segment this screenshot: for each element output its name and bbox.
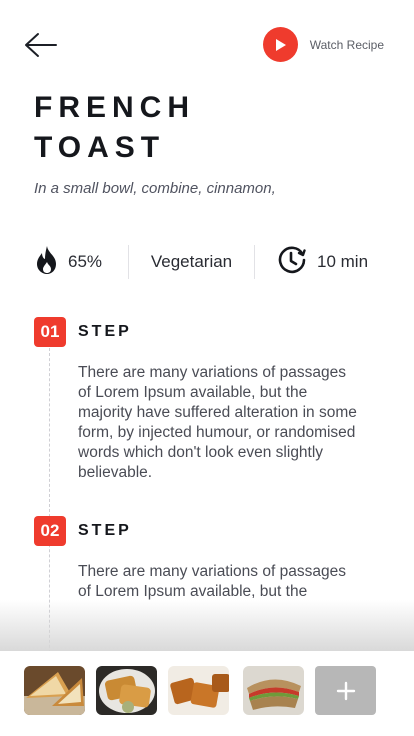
toast-plate-photo: [96, 666, 157, 715]
diet-value: Vegetarian: [150, 252, 233, 271]
add-photo-button[interactable]: [315, 666, 376, 715]
recipe-title-line-2: TOAST: [34, 131, 166, 164]
step-description: There are many variations of passages of…: [78, 364, 357, 481]
sandwich-photo: [24, 666, 85, 715]
arrow-left-icon: [25, 33, 57, 57]
recipe-title: FRENCH TOAST: [34, 88, 195, 168]
recipe-stats: 65% Vegetarian 10 min: [34, 244, 384, 280]
photo-thumbnail-sandwich[interactable]: [24, 666, 85, 715]
sub-sandwich-photo: [243, 666, 304, 715]
recipe-title-line-1: FRENCH: [34, 91, 195, 124]
clock-icon: [277, 245, 307, 280]
step-label: STEP: [78, 323, 132, 340]
time-stat: 10 min: [255, 244, 368, 280]
watch-recipe-button[interactable]: Watch Recipe: [262, 27, 384, 62]
step-number-badge: 01: [34, 317, 66, 347]
step-label: STEP: [78, 522, 132, 539]
calories-value: 65%: [68, 252, 103, 271]
diet-stat: Vegetarian: [129, 244, 254, 280]
photo-thumbnail-toast-plate[interactable]: [96, 666, 157, 715]
flame-icon: [34, 245, 60, 280]
calories-stat: 65%: [34, 244, 128, 280]
step-number-badge: 02: [34, 516, 66, 546]
photo-thumbnail-bread[interactable]: [168, 666, 229, 715]
recipe-subtitle: In a small bowl, combine, cinnamon,: [34, 180, 276, 197]
time-value: 10 min: [317, 252, 369, 271]
photo-thumbnail-bar: [0, 651, 414, 736]
step-description: There are many variations of passages of…: [78, 563, 346, 600]
bread-photo: [168, 666, 229, 715]
back-button[interactable]: [22, 30, 60, 60]
scroll-fade-overlay: [0, 600, 414, 652]
play-icon: [262, 27, 298, 62]
watch-recipe-label: Watch Recipe: [309, 37, 384, 52]
plus-icon: [336, 681, 355, 700]
photo-thumbnail-sub-sandwich[interactable]: [243, 666, 304, 715]
